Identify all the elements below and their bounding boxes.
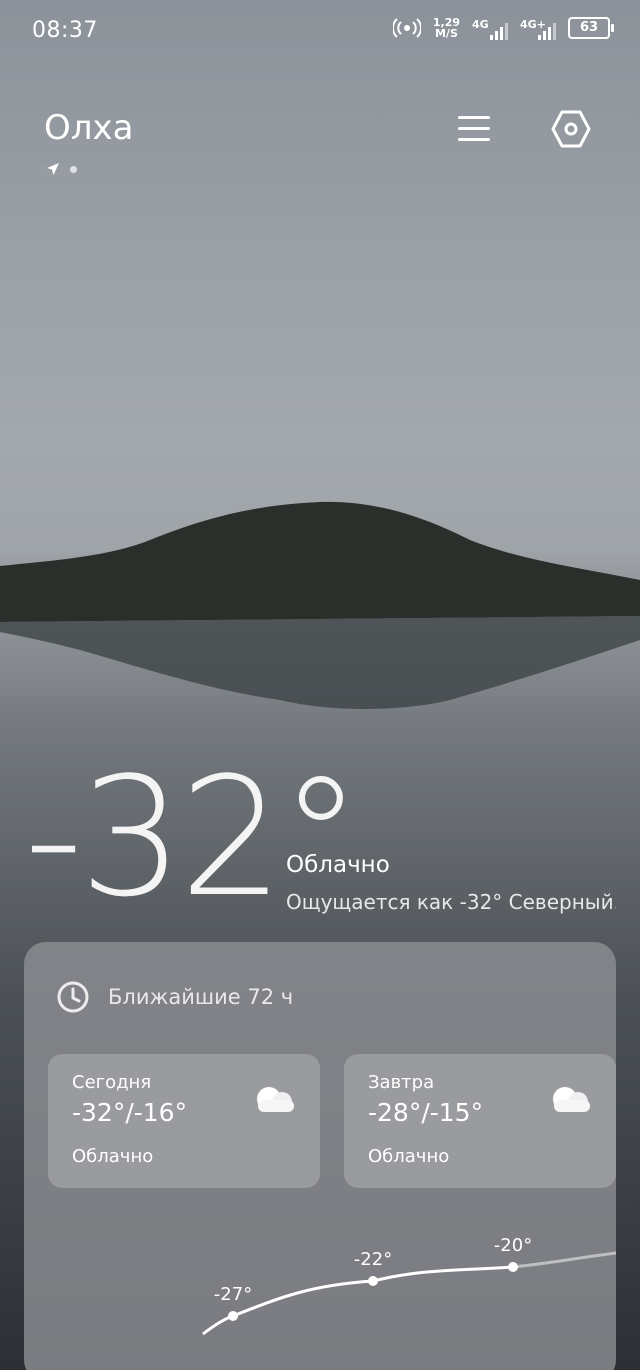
current-condition: Облачно	[286, 852, 390, 878]
status-time: 08:37	[32, 18, 98, 43]
signal-1-label: 4G	[472, 18, 489, 31]
signal-2: 4G+	[520, 16, 556, 40]
chart-point-label: -27°	[214, 1284, 252, 1305]
hourly-temperature-chart: -27° -22° -20°	[202, 1235, 616, 1336]
location-arrow-icon	[47, 163, 59, 175]
signal-bars-icon	[490, 23, 508, 40]
weather-screen: 08:37 1,29 M/S 4G 4G+ 63 Олха -32° Облач…	[0, 0, 640, 1370]
chart-point	[228, 1311, 238, 1321]
settings-icon[interactable]	[550, 108, 592, 150]
battery-indicator: 63	[568, 17, 614, 39]
chart-point-label: -20°	[494, 1235, 532, 1256]
signal-1: 4G	[472, 16, 508, 40]
network-speed: 1,29 M/S	[433, 17, 460, 39]
page-dot	[70, 165, 77, 173]
speed-unit: M/S	[434, 27, 458, 40]
feels-like-text: Ощущается как -32° Северный..	[286, 890, 616, 914]
location-indicator	[46, 162, 77, 176]
signal-bars-icon	[538, 23, 556, 40]
menu-icon[interactable]	[456, 112, 492, 146]
chart-point-label: -22°	[354, 1249, 392, 1270]
status-icons: 1,29 M/S 4G 4G+ 63	[392, 16, 614, 40]
chart-point	[368, 1276, 378, 1286]
forecast-panel[interactable]: Ближайшие 72 ч Сегодня -32°/-16° Облачно…	[24, 942, 616, 1370]
status-bar: 08:37 1,29 M/S 4G 4G+ 63	[0, 0, 640, 64]
city-name[interactable]: Олха	[44, 108, 133, 148]
chart-point	[508, 1262, 518, 1272]
hotspot-icon	[392, 18, 421, 38]
